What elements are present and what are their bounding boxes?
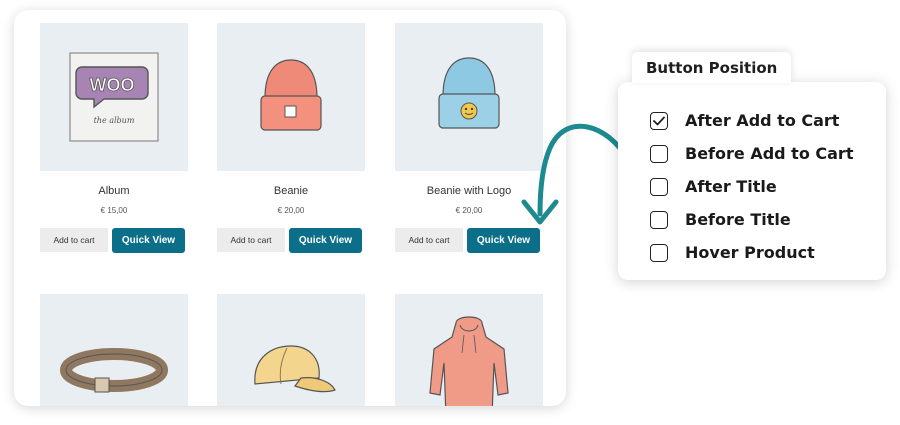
option-label: Before Title [685,210,791,229]
checkmark-icon [653,116,665,125]
product-price: € 20,00 [277,206,305,215]
album-caption-text: the album [94,116,135,125]
button-position-options: After Add to Cart Before Add to Cart Aft… [650,104,853,269]
checkbox-unchecked[interactable] [650,243,668,262]
option-after-add-to-cart[interactable]: After Add to Cart [650,104,853,137]
album-logo-text: WOO [90,75,135,95]
option-after-title[interactable]: After Title [650,170,853,203]
product-card-cap [217,294,365,406]
hoodie-image [429,316,509,406]
product-card-hoodie [395,294,543,406]
quick-view-button[interactable]: Quick View [289,228,362,253]
option-before-add-to-cart[interactable]: Before Add to Cart [650,137,853,170]
option-hover-product[interactable]: Hover Product [650,236,853,269]
product-card-beanie: Beanie € 20,00 Add to cart Quick View [217,23,365,253]
checkbox-unchecked[interactable] [650,210,668,229]
option-before-title[interactable]: Before Title [650,203,853,236]
checkbox-checked[interactable] [650,111,668,130]
add-to-cart-button[interactable]: Add to cart [217,228,285,252]
product-title[interactable]: Beanie [217,185,365,197]
option-label: Before Add to Cart [685,144,854,163]
product-title[interactable]: Album [40,185,188,197]
beanie-with-logo-image [438,57,500,129]
option-label: After Add to Cart [685,111,840,130]
cap-image [254,345,336,393]
quick-view-button[interactable]: Quick View [467,228,540,253]
option-label: Hover Product [685,243,815,262]
product-image-belt[interactable] [40,294,188,406]
add-to-cart-button[interactable]: Add to cart [40,228,108,252]
product-price: € 15,00 [100,206,128,215]
product-image-hoodie[interactable] [395,294,543,406]
product-card-album: WOO the album Album € 15,00 Add to cart … [40,23,188,253]
album-cover-image: WOO the album [69,52,159,142]
product-image-cap[interactable] [217,294,365,406]
product-card-belt [40,294,188,406]
product-image-album[interactable]: WOO the album [40,23,188,171]
button-position-title: Button Position [632,52,792,83]
quick-view-button[interactable]: Quick View [112,228,185,253]
product-image-beanie[interactable] [217,23,365,171]
add-to-cart-button[interactable]: Add to cart [395,228,463,252]
checkbox-unchecked[interactable] [650,177,668,196]
product-grid-panel: WOO the album Album € 15,00 Add to cart … [14,10,566,406]
option-label: After Title [685,177,777,196]
curved-arrow-icon [521,123,630,225]
checkbox-unchecked[interactable] [650,144,668,163]
belt-image [60,348,168,393]
beanie-image [260,59,322,131]
